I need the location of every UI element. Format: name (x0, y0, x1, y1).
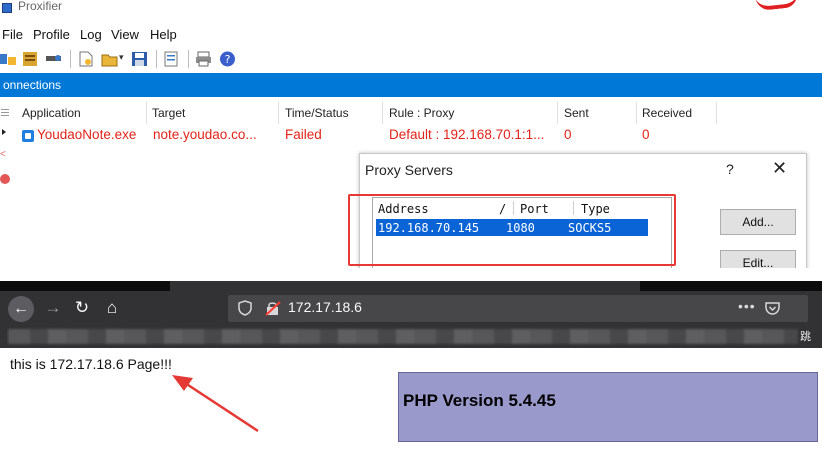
menu-bar: File Profile Log View Help (0, 22, 822, 46)
column-divider (278, 102, 279, 124)
menu-help[interactable]: Help (150, 27, 177, 42)
arrow-head (172, 375, 193, 391)
back-button[interactable]: ← (5, 291, 35, 325)
cell-target: note.youdao.co... (153, 127, 257, 142)
dialog-title: Proxy Servers (365, 162, 453, 178)
url-text[interactable]: 172.17.18.6 (288, 299, 362, 315)
svg-text:?: ? (225, 53, 231, 66)
php-info-banner: PHP Version 5.4.45 (398, 372, 818, 442)
proxy-servers-dialog: Proxy Servers ? ✕ Address / Port Type 19… (348, 153, 807, 268)
menu-profile[interactable]: Profile (33, 27, 70, 42)
arrow-shaft (181, 379, 259, 433)
connections-header: onnections (0, 73, 822, 97)
menu-log[interactable]: Log (80, 27, 102, 42)
php-version-heading: PHP Version 5.4.45 (403, 391, 556, 410)
toolbar-separator (188, 50, 189, 68)
col-target[interactable]: Target (152, 106, 185, 120)
rules-icon[interactable] (45, 51, 62, 67)
cell-rule: Default : 192.168.70.1:1... (389, 127, 545, 142)
toolbar-separator (156, 50, 157, 68)
bookmarks-overflow-text[interactable]: 跳 (800, 328, 811, 344)
col-time-status[interactable]: Time/Status (285, 106, 349, 120)
window-titlebar: Proxifier (0, 0, 822, 14)
back-icon: ← (8, 296, 34, 322)
insecure-lock-icon[interactable] (265, 301, 281, 316)
browser-window: ← → ↻ ⌂ 172.17.18.6 ••• 跳 (0, 281, 822, 348)
connections-table-header: Application Target Time/Status Rule : Pr… (0, 102, 822, 124)
tab-strip (0, 281, 822, 291)
toolbar: ▾ ? (0, 46, 822, 72)
annotation-highlight-box (348, 194, 676, 266)
reload-icon[interactable]: ↻ (69, 291, 95, 325)
window-title: Proxifier (18, 0, 63, 13)
table-row[interactable]: YoudaoNote.exe note.youdao.co... Failed … (0, 126, 822, 146)
pocket-icon[interactable] (765, 301, 780, 315)
col-sent[interactable]: Sent (564, 106, 589, 120)
active-tab[interactable] (170, 281, 640, 291)
open-profile-icon[interactable] (101, 51, 118, 67)
column-divider (382, 102, 383, 124)
shield-icon[interactable] (238, 300, 252, 316)
toolbar-separator (70, 50, 71, 68)
save-profile-icon[interactable] (131, 51, 148, 67)
print-icon[interactable] (195, 51, 212, 67)
connections-icon[interactable] (0, 51, 17, 67)
edit-server-button[interactable]: Edit... (720, 250, 796, 268)
col-received[interactable]: Received (642, 106, 692, 120)
proxifier-app-icon (2, 3, 12, 13)
connections-label: onnections (3, 78, 62, 92)
help-icon[interactable]: ? (219, 51, 236, 67)
status-icon: < (0, 149, 6, 160)
add-server-button[interactable]: Add... (720, 209, 796, 235)
page-body-text: this is 172.17.18.6 Page!!! (10, 356, 172, 372)
blurred-bookmarks (8, 329, 798, 344)
column-divider (636, 102, 637, 124)
cell-application: YoudaoNote.exe (37, 127, 137, 142)
open-profile-dropdown-icon[interactable]: ▾ (119, 52, 124, 63)
cell-sent: 0 (564, 127, 572, 142)
error-icon (0, 174, 10, 184)
cell-status: Failed (285, 127, 322, 142)
cell-received: 0 (642, 127, 650, 142)
dialog-help-button[interactable]: ? (726, 161, 734, 177)
column-divider (716, 102, 717, 124)
navigation-bar: ← → ↻ ⌂ 172.17.18.6 ••• (0, 291, 822, 325)
dialog-close-button[interactable]: ✕ (772, 158, 787, 179)
youdao-app-icon (22, 130, 34, 142)
proxifier-window: Proxifier File Profile Log View Help ▾ ?… (0, 0, 822, 268)
home-icon[interactable]: ⌂ (99, 291, 125, 325)
forward-icon[interactable]: → (41, 291, 65, 325)
proxy-servers-icon[interactable] (22, 51, 39, 67)
column-divider (557, 102, 558, 124)
watermark-logo (755, 0, 799, 12)
column-divider (146, 102, 147, 124)
col-rule-proxy[interactable]: Rule : Proxy (389, 106, 454, 120)
bookmarks-toolbar: 跳 (0, 325, 822, 348)
page-actions-icon[interactable]: ••• (738, 298, 756, 314)
col-application[interactable]: Application (22, 106, 81, 120)
new-profile-icon[interactable] (77, 51, 94, 67)
menu-view[interactable]: View (111, 27, 139, 42)
url-bar[interactable]: 172.17.18.6 ••• (228, 295, 808, 322)
profile-settings-icon[interactable] (163, 51, 180, 67)
menu-file[interactable]: File (2, 27, 23, 42)
